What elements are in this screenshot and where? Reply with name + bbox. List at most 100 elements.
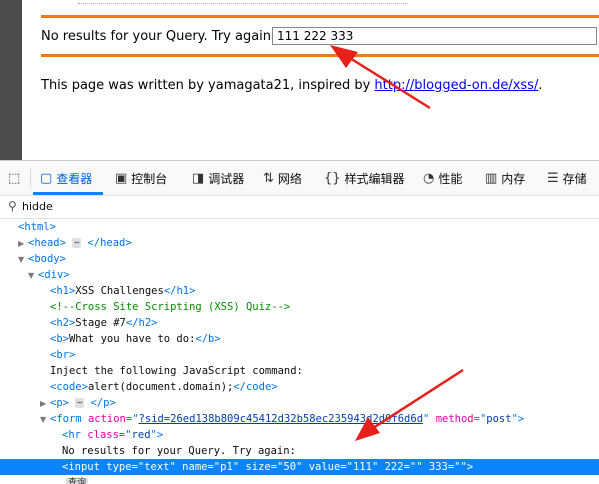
input-type-value: text [144,461,170,473]
inspector-icon: ▢ [40,170,53,186]
tree-row[interactable]: <code>alert(document.domain);</code> [0,379,599,395]
console-icon: ▣ [115,170,128,186]
h2-open-tag: <h2> [50,317,76,329]
tree-row[interactable]: ▼ <body> [0,251,599,267]
input-value-attr: value [308,461,341,473]
input-size-value: 50 [283,461,297,473]
collapse-icon[interactable]: ▼ [28,268,38,284]
h1-close-tag: </h1> [163,285,196,297]
pick-element-button[interactable]: ⬚ [8,161,24,195]
network-icon: ⇅ [263,170,274,186]
tree-row[interactable]: <h2>Stage #7</h2> [0,315,599,331]
no-results-text-node: No results for your Query. Try again: [62,445,296,457]
tree-row[interactable]: <h1>XSS Challenges</h1> [0,283,599,299]
web-page-area: No results for your Query. Try again: Th… [0,0,599,160]
devtools-panel: ⬚ ▢ 查看器 ▣ 控制台 ◨ 调试器 ⇅ 网络 {} 样式编辑器 ◔ 性能 ▥ [0,160,599,484]
form-method-attr: method [435,413,474,425]
h2-close-tag: </h2> [125,317,158,329]
tree-row[interactable]: <b>What you have to do:</b> [0,331,599,347]
hr-tag: hr [68,429,81,441]
tree-row[interactable]: <br> [0,347,599,363]
tree-row[interactable]: <!--Cross Site Scripting (XSS) Quiz--> [0,299,599,315]
sidebar-strip [0,0,22,160]
input-name-value: p1 [220,461,233,473]
code-text: alert(document.domain); [87,381,234,393]
tab-storage[interactable]: ☰ 存储 [547,161,587,195]
tree-row[interactable]: <hr class="red"> [0,427,599,443]
input-extra-attr-2: 333 [428,461,448,473]
form-action-value[interactable]: ?sid=26ed138b809c45412d32b58ec235943d2d0… [139,413,423,425]
storage-icon: ☰ [547,170,559,186]
code-open-tag: <code> [50,381,88,393]
tab-inspector[interactable]: ▢ 查看器 [40,161,92,195]
html-search-bar[interactable]: ⚲ hidde [0,196,599,219]
style-editor-icon: {} [324,170,341,186]
collapse-icon[interactable]: ▼ [40,412,50,428]
collapsed-badge[interactable]: ⋯ [75,398,85,408]
hr-class-attr: class [87,429,119,441]
input-type-attr: type [106,461,132,473]
tab-performance[interactable]: ◔ 性能 [423,161,462,195]
tree-row[interactable]: ▼ <form action="?sid=26ed138b809c45412d32… [0,411,599,427]
form-method-value: post [486,413,512,425]
collapsed-badge[interactable]: ⋯ [72,238,82,248]
tab-network-label: 网络 [277,171,302,186]
debugger-icon: ◨ [192,170,205,186]
html-open-tag: <html> [18,221,56,233]
tab-storage-label: 存储 [562,171,587,186]
query-input[interactable] [272,27,597,45]
hr-class-value: red [131,429,151,441]
b-text: What you have to do: [68,333,196,345]
tab-network[interactable]: ⇅ 网络 [263,161,302,195]
b-open-tag: <b> [50,333,69,345]
search-input[interactable]: hidde [22,200,53,213]
head-tag: <head> [28,237,66,249]
tab-inspector-label: 查看器 [56,171,93,186]
orange-rule-bottom [41,54,599,57]
performance-icon: ◔ [423,170,435,186]
h1-text: XSS Challenges [75,285,164,297]
memory-icon: ▥ [485,170,498,186]
tab-style-editor[interactable]: {} 样式编辑器 [324,161,405,195]
tab-memory[interactable]: ▥ 内存 [485,161,525,195]
markup-tree: <html> ▶ <head> ⋯ </head> ▼ <body> ▼ <div> … [0,219,599,484]
input-extra-attr-1: 222 [384,461,404,473]
tab-debugger-label: 调试器 [208,171,245,186]
tree-row-selected[interactable]: <input type="text" name="p1" size="50" v… [0,459,599,475]
orange-rule-top [41,15,599,18]
tab-console[interactable]: ▣ 控制台 [115,161,167,195]
expand-icon[interactable]: ▶ [40,396,50,412]
p-open-tag: <p> [50,397,69,409]
query-label: No results for your Query. Try again: [41,29,276,44]
tab-performance-label: 性能 [438,171,463,186]
head-close-tag: </head> [87,237,132,249]
input-value-value: 111 [352,461,372,473]
collapse-icon[interactable]: ▼ [18,252,28,268]
code-close-tag: </code> [233,381,278,393]
footer-suffix: . [538,78,543,93]
toolbar-divider [30,169,31,187]
footer-prefix: This page was written by yamagata21, ins… [41,78,375,93]
br-tag: <br> [50,349,76,361]
inject-text: Inject the following JavaScript command: [50,365,303,377]
tree-row[interactable]: ▶ <head> ⋯ </head> [0,235,599,251]
form-action-attr: action [87,413,126,425]
tab-debugger[interactable]: ◨ 调试器 [192,161,244,195]
tree-row[interactable]: <html> [0,219,599,235]
form-tag: form [56,413,82,425]
tab-console-label: 控制台 [131,171,168,186]
active-tab-indicator [33,192,103,195]
search-icon: ⚲ [8,199,17,213]
expand-icon[interactable]: ▶ [18,236,28,252]
tree-row[interactable]: Inject the following JavaScript command: [0,363,599,379]
input-tag: input [68,461,100,473]
devtools-toolbar: ⬚ ▢ 查看器 ▣ 控制台 ◨ 调试器 ⇅ 网络 {} 样式编辑器 ◔ 性能 ▥ [0,161,599,196]
input-size-attr: size [245,461,271,473]
b-close-tag: </b> [195,333,221,345]
tree-row[interactable]: ▼ <div> [0,267,599,283]
dotted-divider [78,3,408,4]
tree-row[interactable]: ▶ <p> ⋯ </p> [0,395,599,411]
footer-link[interactable]: http://blogged-on.de/xss/ [374,78,538,93]
tab-style-editor-label: 样式编辑器 [344,171,405,186]
tree-row[interactable]: No results for your Query. Try again: [0,443,599,459]
